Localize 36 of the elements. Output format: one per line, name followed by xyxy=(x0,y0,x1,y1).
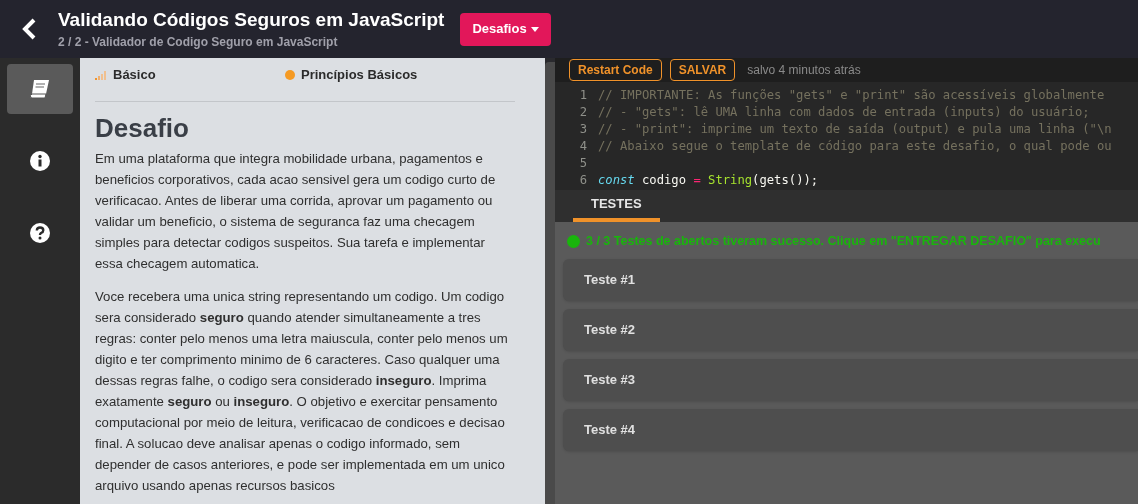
line-number: 4 xyxy=(578,138,588,155)
line-number: 6 xyxy=(578,172,588,189)
test-case-item[interactable]: Teste #4 xyxy=(563,408,1138,451)
difficulty-level: Básico xyxy=(113,66,156,84)
code-editor[interactable] xyxy=(555,82,1138,190)
topic-label: Princípios Básicos xyxy=(301,66,418,84)
line-number: 5 xyxy=(578,155,588,172)
test-case-item[interactable]: Teste #1 xyxy=(563,258,1138,301)
description-paragraph: Em uma plataforma que integra mobilidade urbana, pagamentos e beneficios corporativos, cada acao sensivel gera um codigo curto de verificacao. Antes de liberar uma corrida, aprovar um pagamento ou validar um beneficio, o sistema de seguranca faz uma checagem simples para detectar codigos suspeitos. Sua tarefa e implementar essa checagem automatica. xyxy=(95,150,497,273)
code-line: // - "gets": lê UMA linha com dados de entrada (inputs) do usuário; xyxy=(598,104,1090,121)
line-number: 3 xyxy=(578,121,588,138)
test-result-message: 3 / 3 Testes de abertos tiveram sucesso. Clique em "ENTREGAR DESAFIO" para execu xyxy=(586,233,1101,250)
save-status: salvo 4 minutos atrás xyxy=(747,62,861,79)
code-line: // Abaixo segue o template de código para este desafio, o qual pode ou xyxy=(598,138,1112,155)
line-number: 2 xyxy=(578,104,588,121)
test-case-item[interactable]: Teste #2 xyxy=(563,308,1138,351)
code-line: // IMPORTANTE: As funções "gets" e "print" são acessíveis globalmente xyxy=(598,87,1105,104)
chevron-left-icon xyxy=(21,17,37,41)
description-paragraph: Voce recebera uma unica string representando um codigo. Um codigo sera considerado seguro quando atender simultaneamente a tres regras: conter pelo menos uma letra maiuscula, conter pelo menos um digito e ter comprimento minimo de 6 caracteres. Caso qualquer uma dessas regras falhe, o codigo sera considerado inseguro. Imprima exatamente seguro ou inseguro. O objetivo e exercitar pensamento computacional por meio de leitura, verificacao de condicoes e decisao final. A solucao deve analisar apenas o codigo informado, sem depender de casos anteriores, e pode ser implementada em um unico arquivo usando apenas recursos basicos xyxy=(95,288,509,495)
code-line: const codigo = String(gets()); xyxy=(598,172,819,189)
editor-button[interactable]: Restart Code xyxy=(569,59,662,81)
page-subtitle: 2 / 2 - Validador de Codigo Seguro em JavaScript xyxy=(58,34,339,50)
info-icon xyxy=(30,151,50,171)
help-icon xyxy=(30,223,50,243)
sidebar-item[interactable] xyxy=(7,64,73,114)
challenges-dropdown[interactable]: Desafios xyxy=(460,12,551,46)
code-line: // - "print": imprime um texto de saída (output) e pula uma linha ("\n xyxy=(598,121,1112,138)
line-number: 1 xyxy=(578,87,588,104)
signal-bars-icon xyxy=(95,69,107,80)
test-case-item[interactable]: Teste #3 xyxy=(563,358,1138,401)
caret-icon xyxy=(530,26,539,32)
book-icon xyxy=(29,79,51,99)
editor-button[interactable]: SALVAR xyxy=(669,59,736,81)
page-title: Validando Códigos Seguros em JavaScript xyxy=(58,8,445,32)
challenge-heading: Desafio xyxy=(95,112,190,144)
tests-tab[interactable]: TESTES xyxy=(573,190,660,222)
